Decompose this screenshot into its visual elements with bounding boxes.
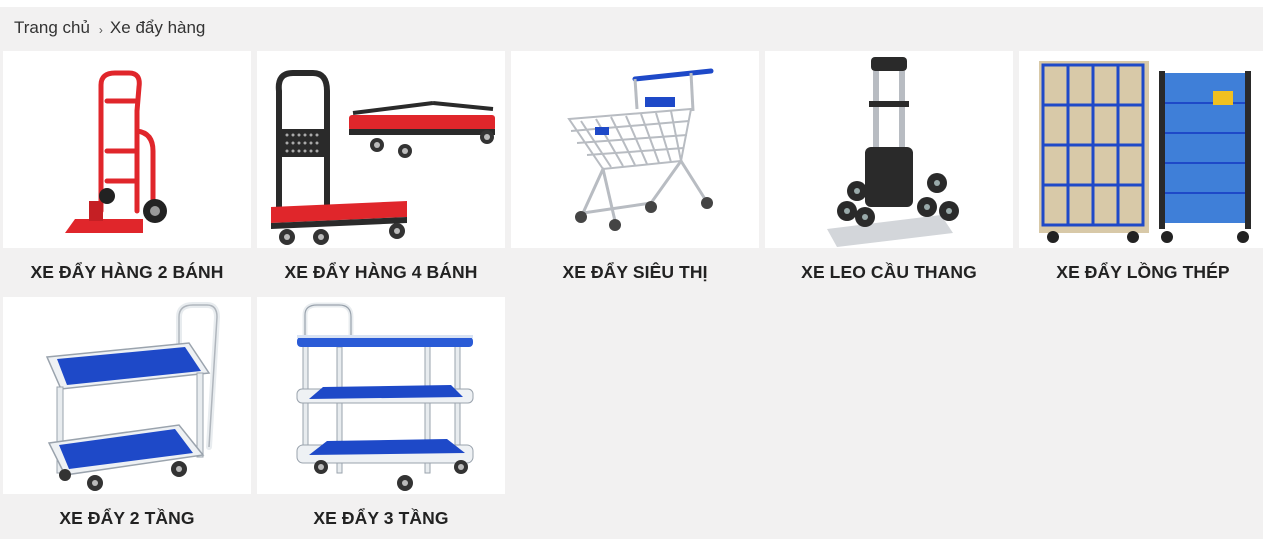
product-card-platform-trolley-4-wheel[interactable]: XE ĐẨY HÀNG 4 BÁNH (257, 51, 505, 297)
product-title[interactable]: XE ĐẨY HÀNG 2 BÁNH (3, 248, 251, 297)
hand-truck-2-wheel-icon (65, 70, 167, 233)
product-title[interactable]: XE ĐẨY LỒNG THÉP (1019, 248, 1263, 297)
product-card-three-tier-trolley[interactable]: XE ĐẨY 3 TẦNG (257, 297, 505, 543)
product-title[interactable]: XE ĐẨY 3 TẦNG (257, 494, 505, 543)
steel-cage-trolley-icon (1039, 61, 1251, 243)
breadcrumb-separator-icon: › (98, 23, 103, 37)
breadcrumb: Trang chủ › Xe đẩy hàng (0, 7, 1263, 49)
product-title[interactable]: XE ĐẨY 2 TẦNG (3, 494, 251, 543)
three-tier-trolley-icon (296, 302, 474, 491)
product-image[interactable] (1019, 51, 1263, 248)
product-title[interactable]: XE LEO CẦU THANG (765, 248, 1013, 297)
category-page: Trang chủ › Xe đẩy hàng XE ĐẨY HÀNG 2 BÁ… (0, 7, 1263, 539)
shopping-cart-icon (567, 68, 714, 231)
breadcrumb-home-link[interactable]: Trang chủ (14, 18, 90, 38)
product-image[interactable] (3, 51, 251, 248)
product-title[interactable]: XE ĐẨY HÀNG 4 BÁNH (257, 248, 505, 297)
product-image[interactable] (511, 51, 759, 248)
two-tier-trolley-icon (45, 302, 221, 491)
product-title[interactable]: XE ĐẨY SIÊU THỊ (511, 248, 759, 297)
product-image[interactable] (257, 297, 505, 494)
platform-trolley-4-wheel-icon (271, 70, 495, 245)
product-card-hand-truck-2-wheel[interactable]: XE ĐẨY HÀNG 2 BÁNH (3, 51, 251, 297)
product-card-stair-climbing-trolley[interactable]: XE LEO CẦU THANG (765, 51, 1013, 297)
product-image[interactable] (765, 51, 1013, 248)
product-card-shopping-cart[interactable]: XE ĐẨY SIÊU THỊ (511, 51, 759, 297)
product-card-steel-cage-trolley[interactable]: XE ĐẨY LỒNG THÉP (1019, 51, 1263, 297)
product-image[interactable] (257, 51, 505, 248)
product-card-two-tier-trolley[interactable]: XE ĐẨY 2 TẦNG (3, 297, 251, 543)
stair-climbing-trolley-icon (827, 57, 959, 247)
breadcrumb-current: Xe đẩy hàng (109, 18, 206, 37)
product-image[interactable] (3, 297, 251, 494)
